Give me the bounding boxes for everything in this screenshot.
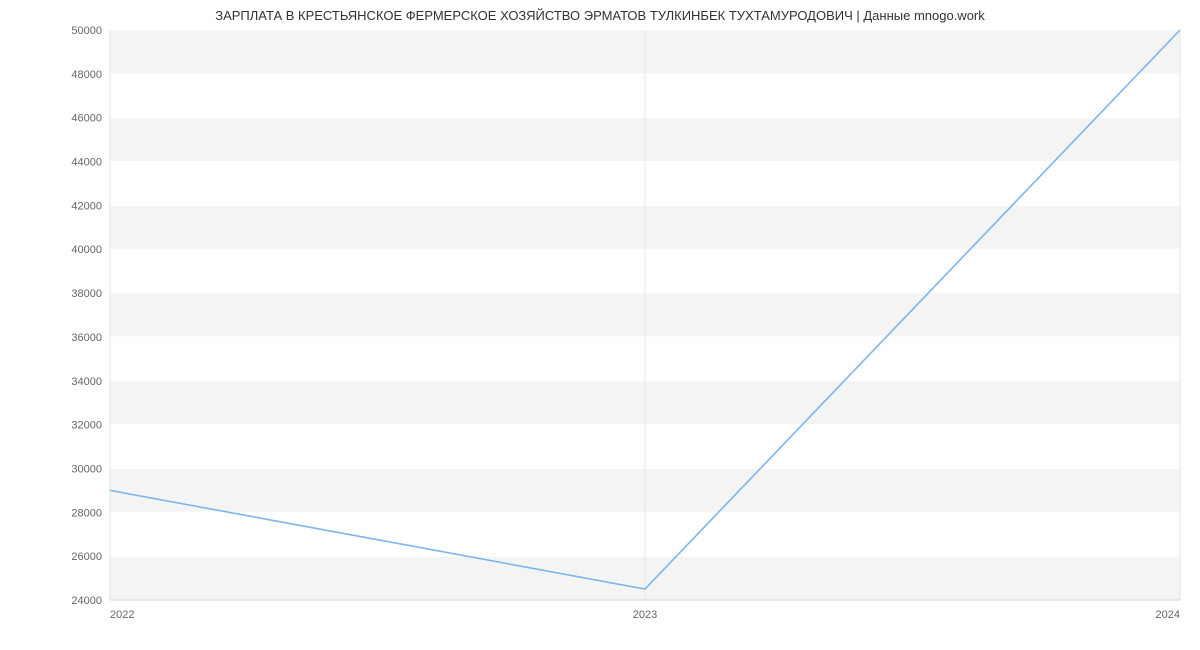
y-tick: 26000 <box>71 551 102 563</box>
y-tick: 48000 <box>71 69 102 81</box>
svg-text:38000: 38000 <box>71 288 102 300</box>
x-tick: 2024 <box>1156 609 1180 621</box>
y-tick: 36000 <box>71 332 102 344</box>
y-tick: 44000 <box>71 157 102 169</box>
chart-container: ЗАРПЛАТА В КРЕСТЬЯНСКОЕ ФЕРМЕРСКОЕ ХОЗЯЙ… <box>0 0 1200 650</box>
y-tick: 46000 <box>71 113 102 125</box>
svg-text:44000: 44000 <box>71 157 102 169</box>
y-tick: 30000 <box>71 463 102 475</box>
svg-text:48000: 48000 <box>71 69 102 81</box>
svg-text:2022: 2022 <box>110 609 134 621</box>
svg-text:34000: 34000 <box>71 376 102 388</box>
svg-text:24000: 24000 <box>71 595 102 607</box>
svg-text:36000: 36000 <box>71 332 102 344</box>
svg-text:46000: 46000 <box>71 113 102 125</box>
y-tick: 42000 <box>71 200 102 212</box>
svg-text:42000: 42000 <box>71 200 102 212</box>
y-tick: 32000 <box>71 420 102 432</box>
svg-text:32000: 32000 <box>71 420 102 432</box>
y-tick: 24000 <box>71 595 102 607</box>
y-tick: 38000 <box>71 288 102 300</box>
y-tick: 28000 <box>71 507 102 519</box>
x-tick: 2023 <box>633 609 657 621</box>
svg-text:2023: 2023 <box>633 609 657 621</box>
y-tick: 40000 <box>71 244 102 256</box>
svg-text:30000: 30000 <box>71 463 102 475</box>
svg-text:40000: 40000 <box>71 244 102 256</box>
svg-text:2024: 2024 <box>1156 609 1180 621</box>
svg-text:28000: 28000 <box>71 507 102 519</box>
svg-text:50000: 50000 <box>71 25 102 37</box>
line-chart: 24000 26000 28000 30000 32000 34000 36000 38000… <box>0 0 1200 650</box>
x-tick: 2022 <box>110 609 134 621</box>
y-tick: 34000 <box>71 376 102 388</box>
y-tick: 50000 <box>71 25 102 37</box>
svg-text:26000: 26000 <box>71 551 102 563</box>
